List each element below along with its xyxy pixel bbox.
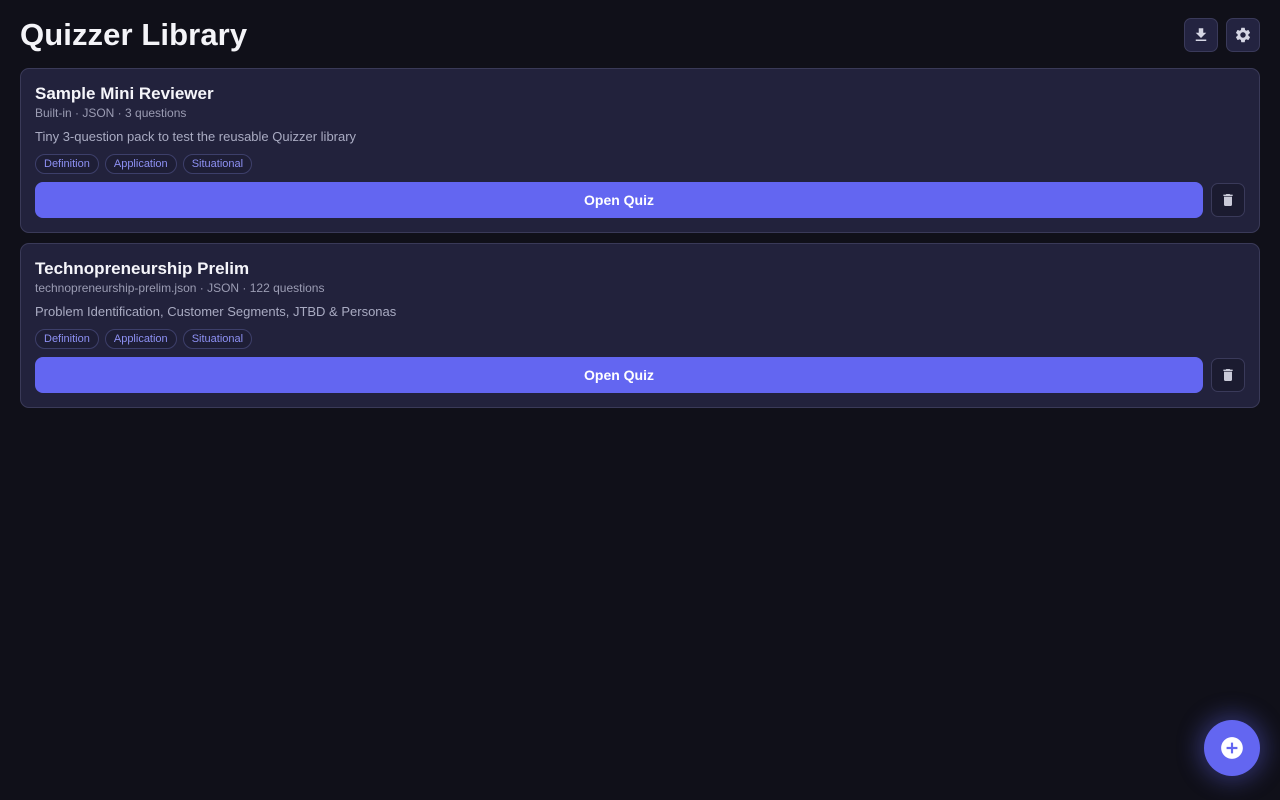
quiz-card: Sample Mini Reviewer Built-in · JSON · 3… xyxy=(20,68,1260,233)
quiz-card: Technopreneurship Prelim technopreneursh… xyxy=(20,243,1260,408)
trash-icon xyxy=(1223,369,1233,381)
quiz-actions: Open Quiz xyxy=(35,182,1245,218)
quiz-tags: Definition Application Situational xyxy=(35,154,1245,174)
tag: Definition xyxy=(35,154,99,174)
header: Quizzer Library xyxy=(20,0,1260,68)
quiz-meta: Built-in · JSON · 3 questions xyxy=(35,106,187,120)
page-title: Quizzer Library xyxy=(20,17,248,52)
gear-icon xyxy=(1235,27,1251,43)
add-quiz-button[interactable] xyxy=(1204,720,1260,776)
open-quiz-button[interactable]: Open Quiz xyxy=(35,357,1203,393)
settings-button[interactable] xyxy=(1226,18,1260,52)
trash-icon xyxy=(1223,194,1233,206)
download-icon xyxy=(1195,28,1207,41)
download-button[interactable] xyxy=(1184,18,1218,52)
tag: Definition xyxy=(35,329,99,349)
quiz-title: Sample Mini Reviewer xyxy=(35,84,214,103)
quiz-tags: Definition Application Situational xyxy=(35,329,1245,349)
quiz-actions: Open Quiz xyxy=(35,357,1245,393)
header-actions xyxy=(1184,16,1260,52)
tag: Application xyxy=(104,329,177,349)
open-quiz-button[interactable]: Open Quiz xyxy=(35,182,1203,218)
quiz-meta: technopreneurship-prelim.json · JSON · 1… xyxy=(35,281,325,295)
delete-quiz-button[interactable] xyxy=(1211,183,1245,217)
quiz-description: Problem Identification, Customer Segment… xyxy=(35,304,397,319)
add-circle-icon xyxy=(1221,737,1243,759)
tag: Situational xyxy=(182,154,253,174)
tag: Application xyxy=(104,154,177,174)
quiz-title: Technopreneurship Prelim xyxy=(35,259,250,278)
quiz-description: Tiny 3-question pack to test the reusabl… xyxy=(35,129,357,144)
tag: Situational xyxy=(182,329,253,349)
delete-quiz-button[interactable] xyxy=(1211,358,1245,392)
app-root: Quizzer Library Sample Mini Reviewer Bui… xyxy=(0,0,1280,800)
